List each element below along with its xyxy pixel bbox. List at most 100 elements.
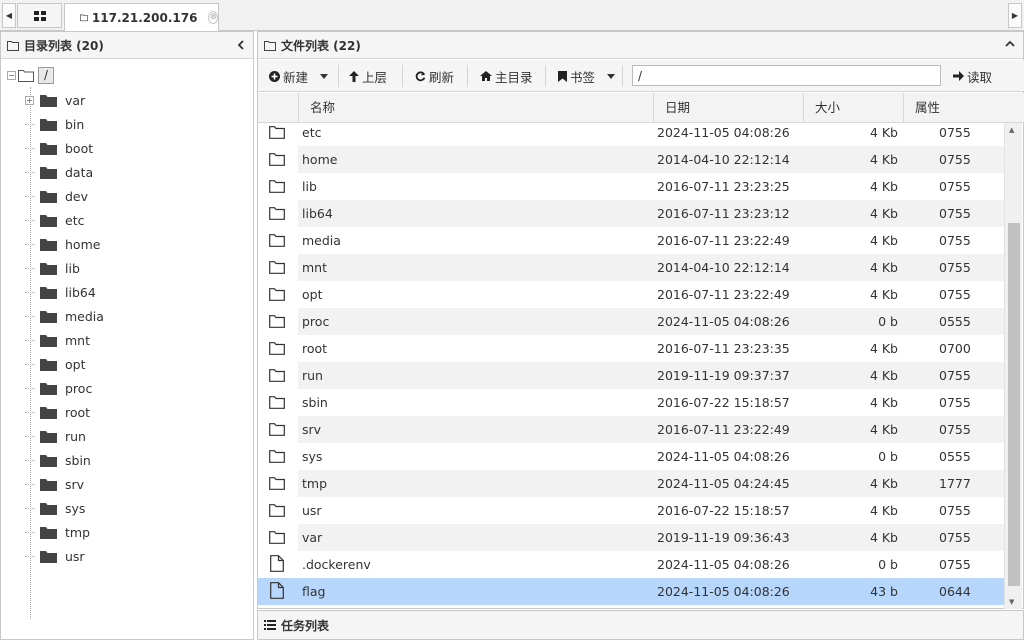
- folder-icon: [269, 288, 285, 301]
- table-row[interactable]: srv 2016-07-11 23:22:49 4 Kb 0755: [258, 416, 1004, 443]
- file-name: run: [302, 368, 323, 383]
- tree-expand-icon[interactable]: +: [25, 95, 34, 105]
- column-header-date[interactable]: 日期: [653, 93, 803, 123]
- grid-icon: [33, 10, 46, 21]
- file-grid-scrollbar[interactable]: ▲ ▼: [1004, 123, 1022, 609]
- tree-item-media[interactable]: media: [25, 304, 104, 328]
- scroll-up-icon[interactable]: ▲: [1009, 126, 1014, 134]
- collapse-left-icon[interactable]: [237, 40, 245, 50]
- collapse-up-icon[interactable]: [1005, 40, 1015, 48]
- table-row[interactable]: opt 2016-07-11 23:22:49 4 Kb 0755: [258, 281, 1004, 308]
- file-size: 4 Kb: [869, 422, 898, 437]
- tree-root-label[interactable]: /: [38, 66, 55, 84]
- column-header-attr[interactable]: 属性: [903, 93, 1024, 123]
- folder-icon: [40, 190, 57, 203]
- tree-item-label: lib: [65, 260, 80, 276]
- tab-site[interactable]: 117.21.200.176 ⊗: [64, 3, 219, 31]
- tab-scroll-left-button[interactable]: ◀: [2, 3, 16, 28]
- tab-close-icon[interactable]: ⊗: [208, 11, 218, 24]
- table-row[interactable]: usr 2016-07-22 15:18:57 4 Kb 0755: [258, 497, 1004, 524]
- tree-item-sbin[interactable]: sbin: [25, 448, 91, 472]
- folder-icon: [40, 502, 57, 515]
- tree-item-var[interactable]: + var: [25, 88, 85, 112]
- tree-item-tmp[interactable]: tmp: [25, 520, 90, 544]
- tree-item-label: media: [65, 308, 104, 324]
- file-attr: 0755: [939, 368, 971, 383]
- tree-item-label: boot: [65, 140, 94, 156]
- table-row[interactable]: home 2014-04-10 22:12:14 4 Kb 0755: [258, 146, 1004, 173]
- folder-icon: [40, 166, 57, 179]
- file-attr: 0755: [939, 260, 971, 275]
- table-row[interactable]: sbin 2016-07-22 15:18:57 4 Kb 0755: [258, 389, 1004, 416]
- table-row[interactable]: var 2019-11-19 09:36:43 4 Kb 0755: [258, 524, 1004, 551]
- file-date: 2016-07-11 23:23:12: [657, 206, 790, 221]
- home-button[interactable]: 主目录: [480, 65, 533, 87]
- table-row[interactable]: flag 2024-11-05 04:08:26 43 b 0644: [258, 578, 1004, 605]
- directory-panel-title: 目录列表 (20): [24, 38, 104, 53]
- tree-item-label: etc: [65, 212, 85, 228]
- table-row[interactable]: root 2016-07-11 23:23:35 4 Kb 0700: [258, 335, 1004, 362]
- column-header-name[interactable]: 名称: [298, 93, 653, 123]
- tree-item-lib64[interactable]: lib64: [25, 280, 96, 304]
- new-button[interactable]: 新建: [269, 65, 329, 87]
- path-input[interactable]: [632, 65, 941, 86]
- refresh-button[interactable]: 刷新: [415, 65, 454, 87]
- file-size: 4 Kb: [869, 368, 898, 383]
- file-attr: 0755: [939, 179, 971, 194]
- file-size: 4 Kb: [869, 287, 898, 302]
- folder-icon: [40, 478, 57, 491]
- table-row[interactable]: proc 2024-11-05 04:08:26 0 b 0555: [258, 308, 1004, 335]
- file-name: srv: [302, 422, 322, 437]
- tree-item-lib[interactable]: lib: [25, 256, 80, 280]
- scroll-down-icon[interactable]: ▼: [1009, 598, 1014, 606]
- tree-item-bin[interactable]: bin: [25, 112, 84, 136]
- file-size: 4 Kb: [869, 206, 898, 221]
- file-panel-header: 文件列表 (22): [258, 32, 1023, 59]
- tree-item-proc[interactable]: proc: [25, 376, 92, 400]
- table-row[interactable]: lib 2016-07-11 23:23:25 4 Kb 0755: [258, 173, 1004, 200]
- refresh-button-label: 刷新: [429, 69, 455, 85]
- tree-item-srv[interactable]: srv: [25, 472, 84, 496]
- table-row[interactable]: run 2019-11-19 09:37:37 4 Kb 0755: [258, 362, 1004, 389]
- table-row[interactable]: lib64 2016-07-11 23:23:12 4 Kb 0755: [258, 200, 1004, 227]
- tree-item-run[interactable]: run: [25, 424, 86, 448]
- up-button[interactable]: 上层: [349, 65, 387, 87]
- file-name: mnt: [302, 260, 327, 275]
- file-name: proc: [302, 314, 330, 329]
- tab-scroll-right-button[interactable]: ▶: [1008, 3, 1022, 28]
- table-row[interactable]: media 2016-07-11 23:22:49 4 Kb 0755: [258, 227, 1004, 254]
- folder-icon: [269, 126, 285, 139]
- read-button[interactable]: 读取: [953, 65, 992, 87]
- tree-item-root[interactable]: root: [25, 400, 90, 424]
- folder-open-icon: [80, 14, 88, 22]
- table-row[interactable]: mnt 2014-04-10 22:12:14 4 Kb 0755: [258, 254, 1004, 281]
- scrollbar-thumb[interactable]: [1008, 223, 1020, 586]
- table-row[interactable]: tmp 2024-11-05 04:24:45 4 Kb 1777: [258, 470, 1004, 497]
- tree-item-etc[interactable]: etc: [25, 208, 84, 232]
- tab-home[interactable]: [17, 3, 62, 28]
- tree-item-dev[interactable]: dev: [25, 184, 88, 208]
- tree-item-data[interactable]: data: [25, 160, 93, 184]
- file-date: 2019-11-19 09:36:43: [657, 530, 790, 545]
- folder-icon: [40, 454, 57, 467]
- tree-item-boot[interactable]: boot: [25, 136, 93, 160]
- tree-item-sys[interactable]: sys: [25, 496, 85, 520]
- bookmark-button[interactable]: 书签: [558, 65, 616, 87]
- tree-item-label: lib64: [65, 284, 96, 300]
- file-name: home: [302, 152, 338, 167]
- folder-icon: [40, 94, 57, 107]
- folder-icon: [269, 234, 285, 247]
- column-header-size[interactable]: 大小: [803, 93, 903, 123]
- tree-item-usr[interactable]: usr: [25, 544, 85, 568]
- folder-icon: [40, 550, 57, 563]
- table-row[interactable]: .dockerenv 2024-11-05 04:08:26 0 b 0755: [258, 551, 1004, 578]
- table-row[interactable]: etc 2024-11-05 04:08:26 4 Kb 0755: [258, 123, 1004, 146]
- tree-root[interactable]: − /: [7, 66, 55, 84]
- tree-collapse-icon[interactable]: −: [7, 70, 16, 80]
- tree-item-opt[interactable]: opt: [25, 352, 85, 376]
- tree-item-home[interactable]: home: [25, 232, 100, 256]
- file-name: root: [302, 341, 328, 356]
- file-date: 2014-04-10 22:12:14: [657, 260, 790, 275]
- tree-item-mnt[interactable]: mnt: [25, 328, 90, 352]
- table-row[interactable]: sys 2024-11-05 04:08:26 0 b 0555: [258, 443, 1004, 470]
